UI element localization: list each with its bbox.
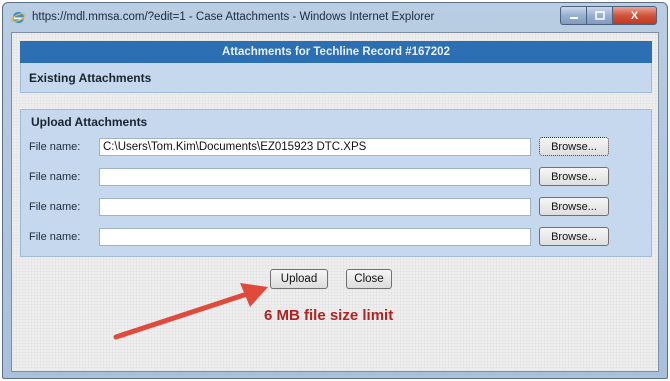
file-name-input[interactable] bbox=[99, 228, 531, 246]
window-title: https://mdl.mmsa.com/?edit=1 - Case Atta… bbox=[32, 11, 435, 23]
file-size-limit-note: 6 MB file size limit bbox=[264, 307, 394, 324]
file-row: File name: Browse... bbox=[21, 227, 653, 247]
file-name-input[interactable] bbox=[99, 168, 531, 186]
file-row: File name: Browse... bbox=[21, 167, 653, 187]
file-name-label: File name: bbox=[29, 231, 81, 243]
existing-attachments-title: Existing Attachments bbox=[29, 71, 152, 85]
ie-icon bbox=[11, 11, 26, 24]
minimize-icon bbox=[569, 16, 578, 19]
close-window-button[interactable]: X bbox=[613, 6, 657, 25]
title-bar[interactable]: https://mdl.mmsa.com/?edit=1 - Case Atta… bbox=[3, 3, 667, 31]
dialog-content: Attachments for Techline Record #167202 … bbox=[11, 32, 659, 372]
window-controls: X bbox=[560, 6, 657, 25]
maximize-icon bbox=[594, 11, 605, 20]
browse-button[interactable]: Browse... bbox=[539, 197, 609, 216]
file-row: File name: C:\Users\Tom.Kim\Documents\EZ… bbox=[21, 137, 653, 157]
browse-button[interactable]: Browse... bbox=[539, 227, 609, 246]
browser-window: https://mdl.mmsa.com/?edit=1 - Case Atta… bbox=[2, 2, 668, 379]
close-icon: X bbox=[630, 9, 639, 22]
browse-button[interactable]: Browse... bbox=[539, 137, 609, 156]
annotation-arrow-icon bbox=[113, 283, 268, 340]
dialog-header: Attachments for Techline Record #167202 bbox=[20, 41, 652, 63]
existing-attachments-section: Existing Attachments bbox=[20, 63, 652, 93]
browse-button[interactable]: Browse... bbox=[539, 167, 609, 186]
upload-attachments-section: Upload Attachments File name: C:\Users\T… bbox=[20, 109, 652, 257]
maximize-button[interactable] bbox=[587, 6, 613, 25]
upload-button[interactable]: Upload bbox=[270, 269, 328, 289]
file-name-label: File name: bbox=[29, 141, 81, 153]
file-name-label: File name: bbox=[29, 171, 81, 183]
upload-attachments-title: Upload Attachments bbox=[31, 115, 148, 129]
file-name-label: File name: bbox=[29, 201, 81, 213]
file-row: File name: Browse... bbox=[21, 197, 653, 217]
file-name-input[interactable]: C:\Users\Tom.Kim\Documents\EZ015923 DTC.… bbox=[99, 138, 531, 156]
minimize-button[interactable] bbox=[560, 6, 587, 25]
close-button[interactable]: Close bbox=[346, 269, 392, 289]
file-name-input[interactable] bbox=[99, 198, 531, 216]
